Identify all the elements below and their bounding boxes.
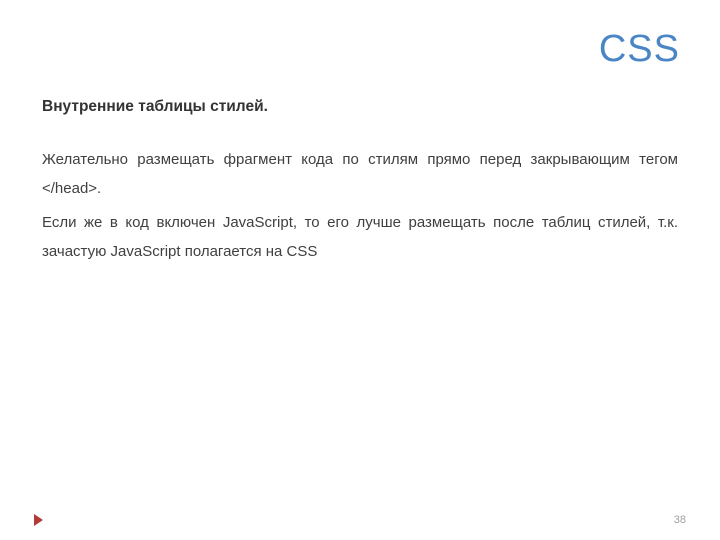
slide-title: CSS xyxy=(599,28,680,71)
content-subheading: Внутренние таблицы стилей. xyxy=(42,98,678,116)
page-number: 38 xyxy=(674,514,686,526)
slide-content: Внутренние таблицы стилей. Желательно ра… xyxy=(42,98,678,272)
paragraph: Если же в код включен JavaScript, то его… xyxy=(42,209,678,266)
paragraph: Желательно размещать фрагмент кода по ст… xyxy=(42,146,678,203)
content-body: Желательно размещать фрагмент кода по ст… xyxy=(42,146,678,266)
play-arrow-icon xyxy=(34,514,43,526)
